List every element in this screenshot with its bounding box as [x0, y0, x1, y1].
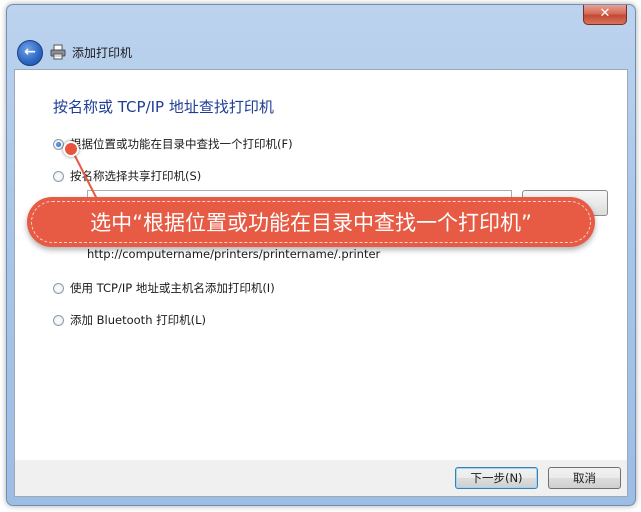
- annotation-connector: [72, 151, 101, 206]
- annotation-banner: 选中“根据位置或功能在目录中查找一个打印机”: [27, 197, 595, 247]
- annotation-marker: [63, 141, 79, 157]
- annotation-text: 选中“根据位置或功能在目录中查找一个打印机”: [90, 211, 532, 235]
